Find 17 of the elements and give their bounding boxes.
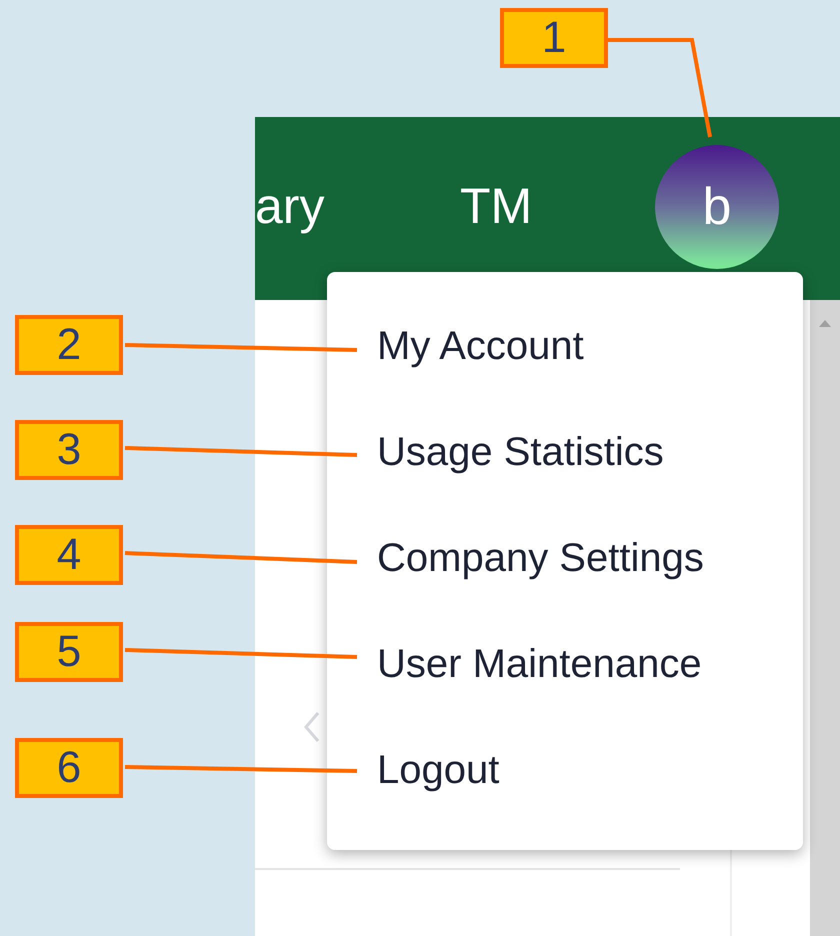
menu-item[interactable]: Usage Statistics [377,428,664,476]
scrollbar[interactable] [810,300,840,936]
callout-number: 5 [15,622,123,682]
callout-number: 1 [500,8,608,68]
nav-link[interactable]: TM [460,177,532,235]
menu-item[interactable]: User Maintenance [377,640,702,688]
callout-number: 4 [15,525,123,585]
callout-number: 2 [15,315,123,375]
menu-item[interactable]: Logout [377,746,500,794]
chevron-left-icon[interactable] [302,710,322,744]
menu-item[interactable]: My Account [377,322,584,370]
nav-link[interactable]: ary [255,177,324,235]
scroll-up-icon[interactable] [818,318,832,328]
callout-number: 3 [15,420,123,480]
menu-item[interactable]: Company Settings [377,534,704,582]
callout-number: 6 [15,738,123,798]
avatar-button[interactable]: b [655,145,779,269]
